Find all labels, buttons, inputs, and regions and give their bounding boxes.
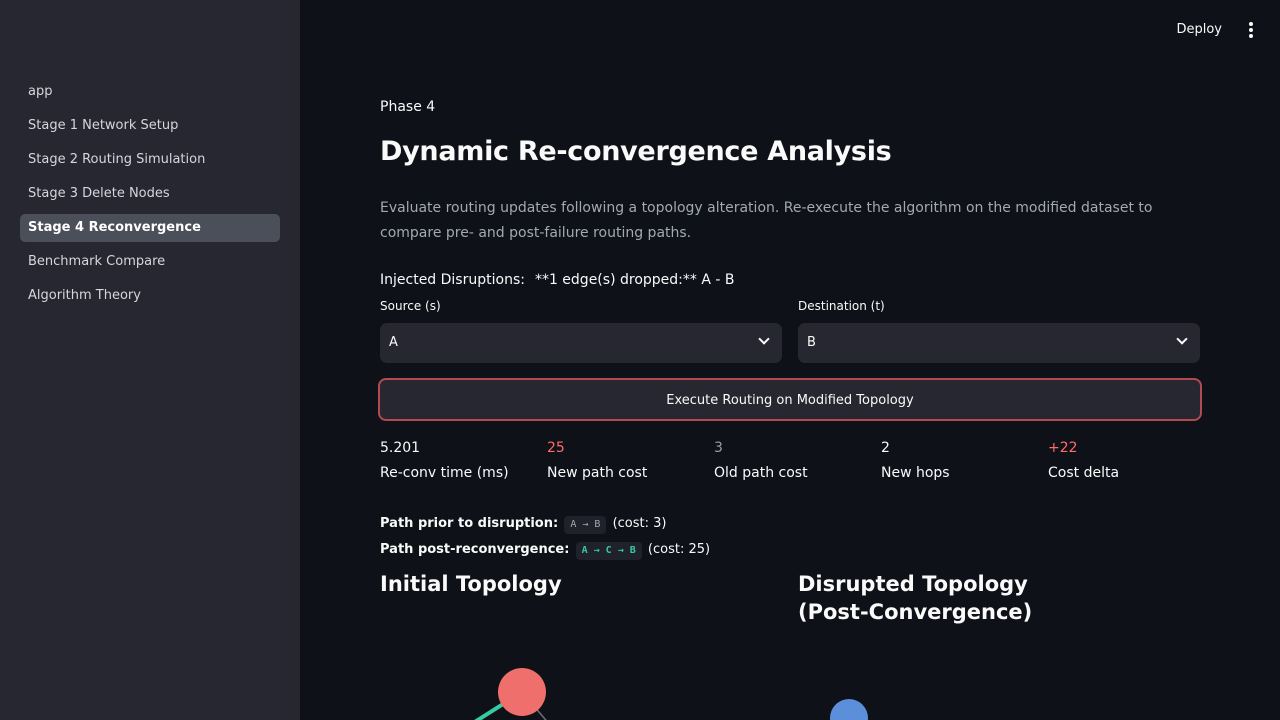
disrupted-topology-title: Disrupted Topology (Post-Convergence) [798,572,1033,624]
kebab-menu-icon[interactable] [1246,20,1256,40]
source-value: A [389,335,398,350]
sidebar: app Stage 1 Network Setup Stage 2 Routin… [0,0,300,720]
source-label: Source (s) [380,299,441,313]
sidebar-item-stage-3[interactable]: Stage 3 Delete Nodes [20,180,280,208]
page-title: Dynamic Re-convergence Analysis [380,136,892,167]
path-post: Path post-reconvergence: A → C → B (cost… [380,542,710,560]
sidebar-item-stage-4[interactable]: Stage 4 Reconvergence [20,214,280,242]
injected-value: **1 edge(s) dropped:** A - B [534,272,735,288]
path-prior-cost: (cost: 3) [612,516,667,531]
metric-value: 25 [547,440,565,456]
metric-value: +22 [1048,440,1078,456]
sidebar-item-app[interactable]: app [20,78,280,106]
path-prior: Path prior to disruption: A → B (cost: 3… [380,516,666,534]
menu-dot [1249,22,1253,26]
metric-label: Cost delta [1048,465,1120,481]
chevron-down-icon [758,333,770,345]
topology-graphs [474,668,868,720]
metric-old-path-cost: 3 Old path cost [714,438,874,483]
metric-new-path-cost: 25 New path cost [547,438,707,483]
menu-dot [1249,28,1253,32]
injected-disruptions: Injected Disruptions: **1 edge(s) dropped… [380,272,734,288]
menu-dot [1249,34,1253,38]
metric-cost-delta: +22 Cost delta [1048,438,1208,483]
chevron-down-icon [1176,333,1188,345]
destination-select[interactable]: B [798,323,1200,363]
path-post-cost: (cost: 25) [647,542,711,557]
initial-graph-node[interactable] [498,668,546,716]
sidebar-item-stage-1[interactable]: Stage 1 Network Setup [20,112,280,140]
destination-label: Destination (t) [798,299,885,313]
initial-topology-title: Initial Topology [380,572,562,596]
metric-value: 5.201 [380,440,421,456]
path-post-label: Path post-reconvergence: [380,542,570,557]
metric-value: 2 [881,440,890,456]
metric-value: 3 [714,440,723,456]
sidebar-item-theory[interactable]: Algorithm Theory [20,282,280,310]
destination-value: B [807,335,816,350]
metric-label: New hops [881,465,950,481]
source-select[interactable]: A [380,323,782,363]
sidebar-item-stage-2[interactable]: Stage 2 Routing Simulation [20,146,280,174]
main-content: Phase 4 Dynamic Re-convergence Analysis … [378,0,1202,720]
metric-label: Old path cost [714,465,808,481]
injected-label: Injected Disruptions: [380,272,525,288]
execute-routing-button[interactable]: Execute Routing on Modified Topology [378,378,1202,421]
phase-caption: Phase 4 [380,99,436,115]
page-description: Evaluate routing updates following a top… [380,200,1153,241]
path-post-code: A → C → B [575,542,642,560]
metric-new-hops: 2 New hops [881,438,1041,483]
metric-label: Re-conv time (ms) [380,465,509,481]
path-prior-label: Path prior to disruption: [380,516,559,531]
metric-label: New path cost [547,465,648,481]
sidebar-item-benchmark[interactable]: Benchmark Compare [20,248,280,276]
path-prior-code: A → B [564,516,607,534]
sidebar-nav: app Stage 1 Network Setup Stage 2 Routin… [20,78,280,316]
disrupted-graph-node[interactable] [830,699,868,720]
metric-reconv-time: 5.201 Re-conv time (ms) [380,438,540,483]
